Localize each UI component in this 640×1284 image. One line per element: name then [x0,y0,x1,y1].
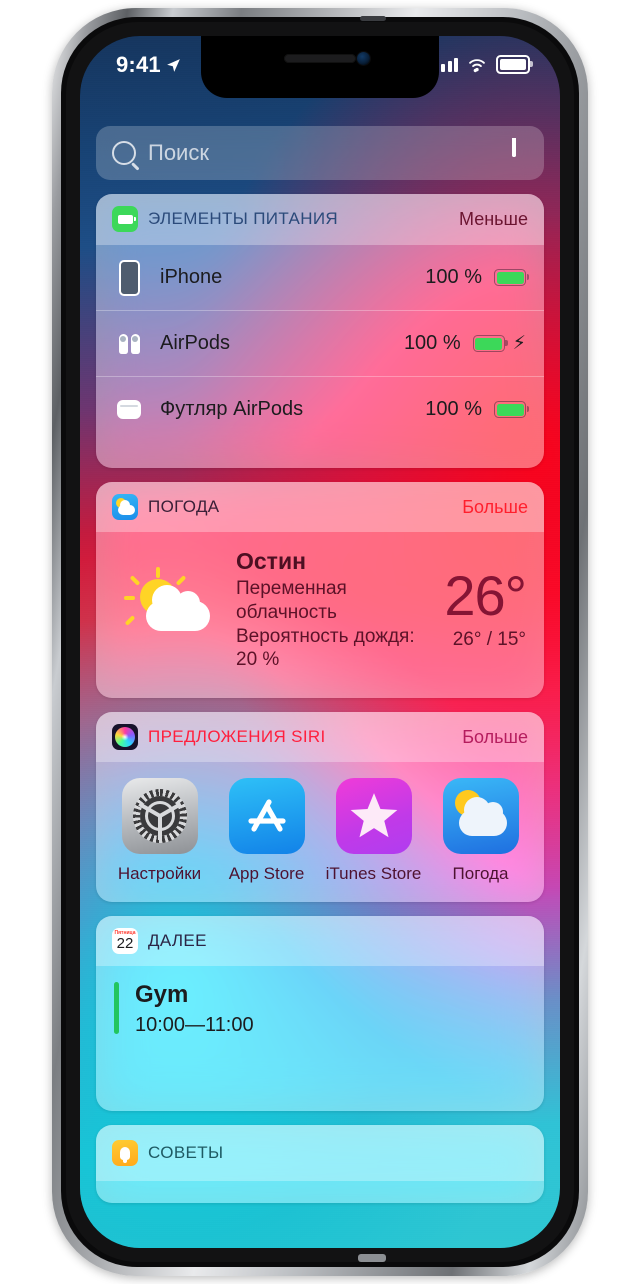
event-text-block: Gym 10:00—11:00 [135,981,254,1037]
battery-full-icon [496,55,533,74]
status-bar-left: 9:41 [116,52,182,78]
siri-app-icon [112,724,138,750]
battery-app-icon [112,206,138,232]
settings-app-icon [121,778,198,854]
screenshot-root: 9:41 Поиск ЭЛЕМЕНТЫ ПИТАНИЯ Меньше iPhon… [0,0,640,1284]
top-speaker-slot [360,16,386,21]
weather-app-icon [442,778,519,854]
weather-widget-body: Остин Переменная облачность Вероятность … [96,532,544,698]
sun-behind-cloud-icon [106,565,236,655]
siri-app-label: iTunes Store [325,864,422,883]
tips-widget-spacer [96,1181,544,1203]
batteries-widget-spacer [96,442,544,468]
weather-high-low: 26° / 15° [452,628,526,650]
battery-level-icon [494,401,529,418]
weather-widget[interactable]: ПОГОДА Больше Остин Переменная облачност… [96,482,544,698]
batteries-widget[interactable]: ЭЛЕМЕНТЫ ПИТАНИЯ Меньше iPhone 100 % Air… [96,194,544,468]
event-color-bar [114,982,119,1034]
tips-widget[interactable]: СОВЕТЫ [96,1125,544,1204]
battery-row-airpods-case[interactable]: Футляр AirPods 100 % [96,376,544,442]
weather-widget-title: ПОГОДА [148,497,220,516]
battery-row-name: iPhone [160,266,223,288]
up-next-event[interactable]: Gym 10:00—11:00 [96,966,544,1067]
display-notch [201,36,439,98]
weather-condition: Переменная облачность [236,578,347,623]
weather-app-icon [112,494,138,520]
weather-temp-block: 26° 26° / 15° [436,564,527,650]
itunes-store-app-icon [335,778,412,854]
siri-app-settings[interactable]: Настройки [106,778,213,884]
siri-app-itunes-store[interactable]: iTunes Store [320,778,427,884]
calendar-icon-day: 22 [116,935,134,952]
weather-widget-header: ПОГОДА Больше [96,482,544,532]
charging-bolt-icon: ⚡ [512,333,526,354]
batteries-widget-header: ЭЛЕМЕНТЫ ПИТАНИЯ Меньше [96,194,544,244]
weather-city: Остин [236,548,306,574]
battery-row-percent: 100 % [425,398,482,420]
device-bezel-inner: 9:41 Поиск ЭЛЕМЕНТЫ ПИТАНИЯ Меньше iPhon… [66,22,574,1262]
battery-level-icon [494,269,529,286]
search-icon [112,141,136,165]
battery-row-name: AirPods [160,332,231,354]
siri-app-label: App Store [228,864,305,883]
battery-row-percent: 100 % [425,266,482,288]
wifi-icon [469,58,485,72]
microphone-icon[interactable] [512,138,526,168]
siri-app-weather[interactable]: Погода [427,778,534,884]
up-next-widget[interactable]: Пятница 22 ДАЛЕЕ Gym 10:00—11:00 [96,916,544,1112]
batteries-show-less-button[interactable]: Меньше [459,209,528,230]
batteries-widget-title: ЭЛЕМЕНТЫ ПИТАНИЯ [148,209,339,228]
up-next-widget-spacer [96,1067,544,1111]
location-arrow-icon [166,58,180,72]
event-title: Gym [135,981,189,1008]
weather-show-more-button[interactable]: Больше [462,497,528,518]
battery-row-airpods[interactable]: AirPods 100 % ⚡ [96,310,544,376]
battery-level-icon [472,335,508,352]
search-field[interactable]: Поиск [96,126,544,180]
siri-app-app-store[interactable]: App Store [213,778,320,884]
calendar-app-icon: Пятница 22 [112,928,138,954]
up-next-widget-header: Пятница 22 ДАЛЕЕ [96,916,544,966]
siri-widget-header: ПРЕДЛОЖЕНИЯ SIRI Больше [96,712,544,762]
device-bezel-outer: 9:41 Поиск ЭЛЕМЕНТЫ ПИТАНИЯ Меньше iPhon… [61,17,579,1267]
siri-app-grid: Настройки App Store iTunes Store Погода [96,762,544,902]
weather-rain-chance: Вероятность дождя: 20 % [236,625,415,671]
battery-row-name: Футляр AirPods [160,398,304,420]
event-time: 10:00—11:00 [135,1014,254,1037]
siri-show-more-button[interactable]: Больше [462,727,528,748]
up-next-widget-title: ДАЛЕЕ [148,931,207,950]
battery-row-percent: 100 % [403,332,461,354]
airpods-case-icon [114,400,144,419]
weather-text-block: Остин Переменная облачность Вероятность … [236,548,436,672]
siri-app-label: Погода [452,864,509,883]
weather-temperature: 26° [444,564,527,628]
bottom-antenna-line [358,1254,386,1262]
status-bar-right [434,55,533,74]
app-store-app-icon [228,778,305,854]
iphone-icon [114,259,144,296]
tips-app-icon [112,1140,138,1167]
iphone-screen: 9:41 Поиск ЭЛЕМЕНТЫ ПИТАНИЯ Меньше iPhon… [80,36,560,1248]
earpiece-speaker-icon [284,54,356,63]
tips-widget-title: СОВЕТЫ [148,1143,224,1163]
siri-widget-title: ПРЕДЛОЖЕНИЯ SIRI [148,727,326,746]
siri-app-label: Настройки [117,864,202,883]
tips-widget-header: СОВЕТЫ [96,1125,544,1182]
front-camera-icon [357,52,370,65]
battery-row-iphone[interactable]: iPhone 100 % [96,244,544,310]
app-store-glyph [247,799,286,832]
siri-suggestions-widget[interactable]: ПРЕДЛОЖЕНИЯ SIRI Больше Настройки App St… [96,712,544,902]
search-placeholder: Поиск [148,140,209,165]
status-bar-time: 9:41 [116,52,161,77]
star-glyph [350,793,397,838]
iphone-device-frame: 9:41 Поиск ЭЛЕМЕНТЫ ПИТАНИЯ Меньше iPhon… [52,8,588,1276]
airpods-icon [114,333,144,354]
widgets-scroll-view[interactable]: Поиск ЭЛЕМЕНТЫ ПИТАНИЯ Меньше iPhone 100… [80,98,560,1248]
